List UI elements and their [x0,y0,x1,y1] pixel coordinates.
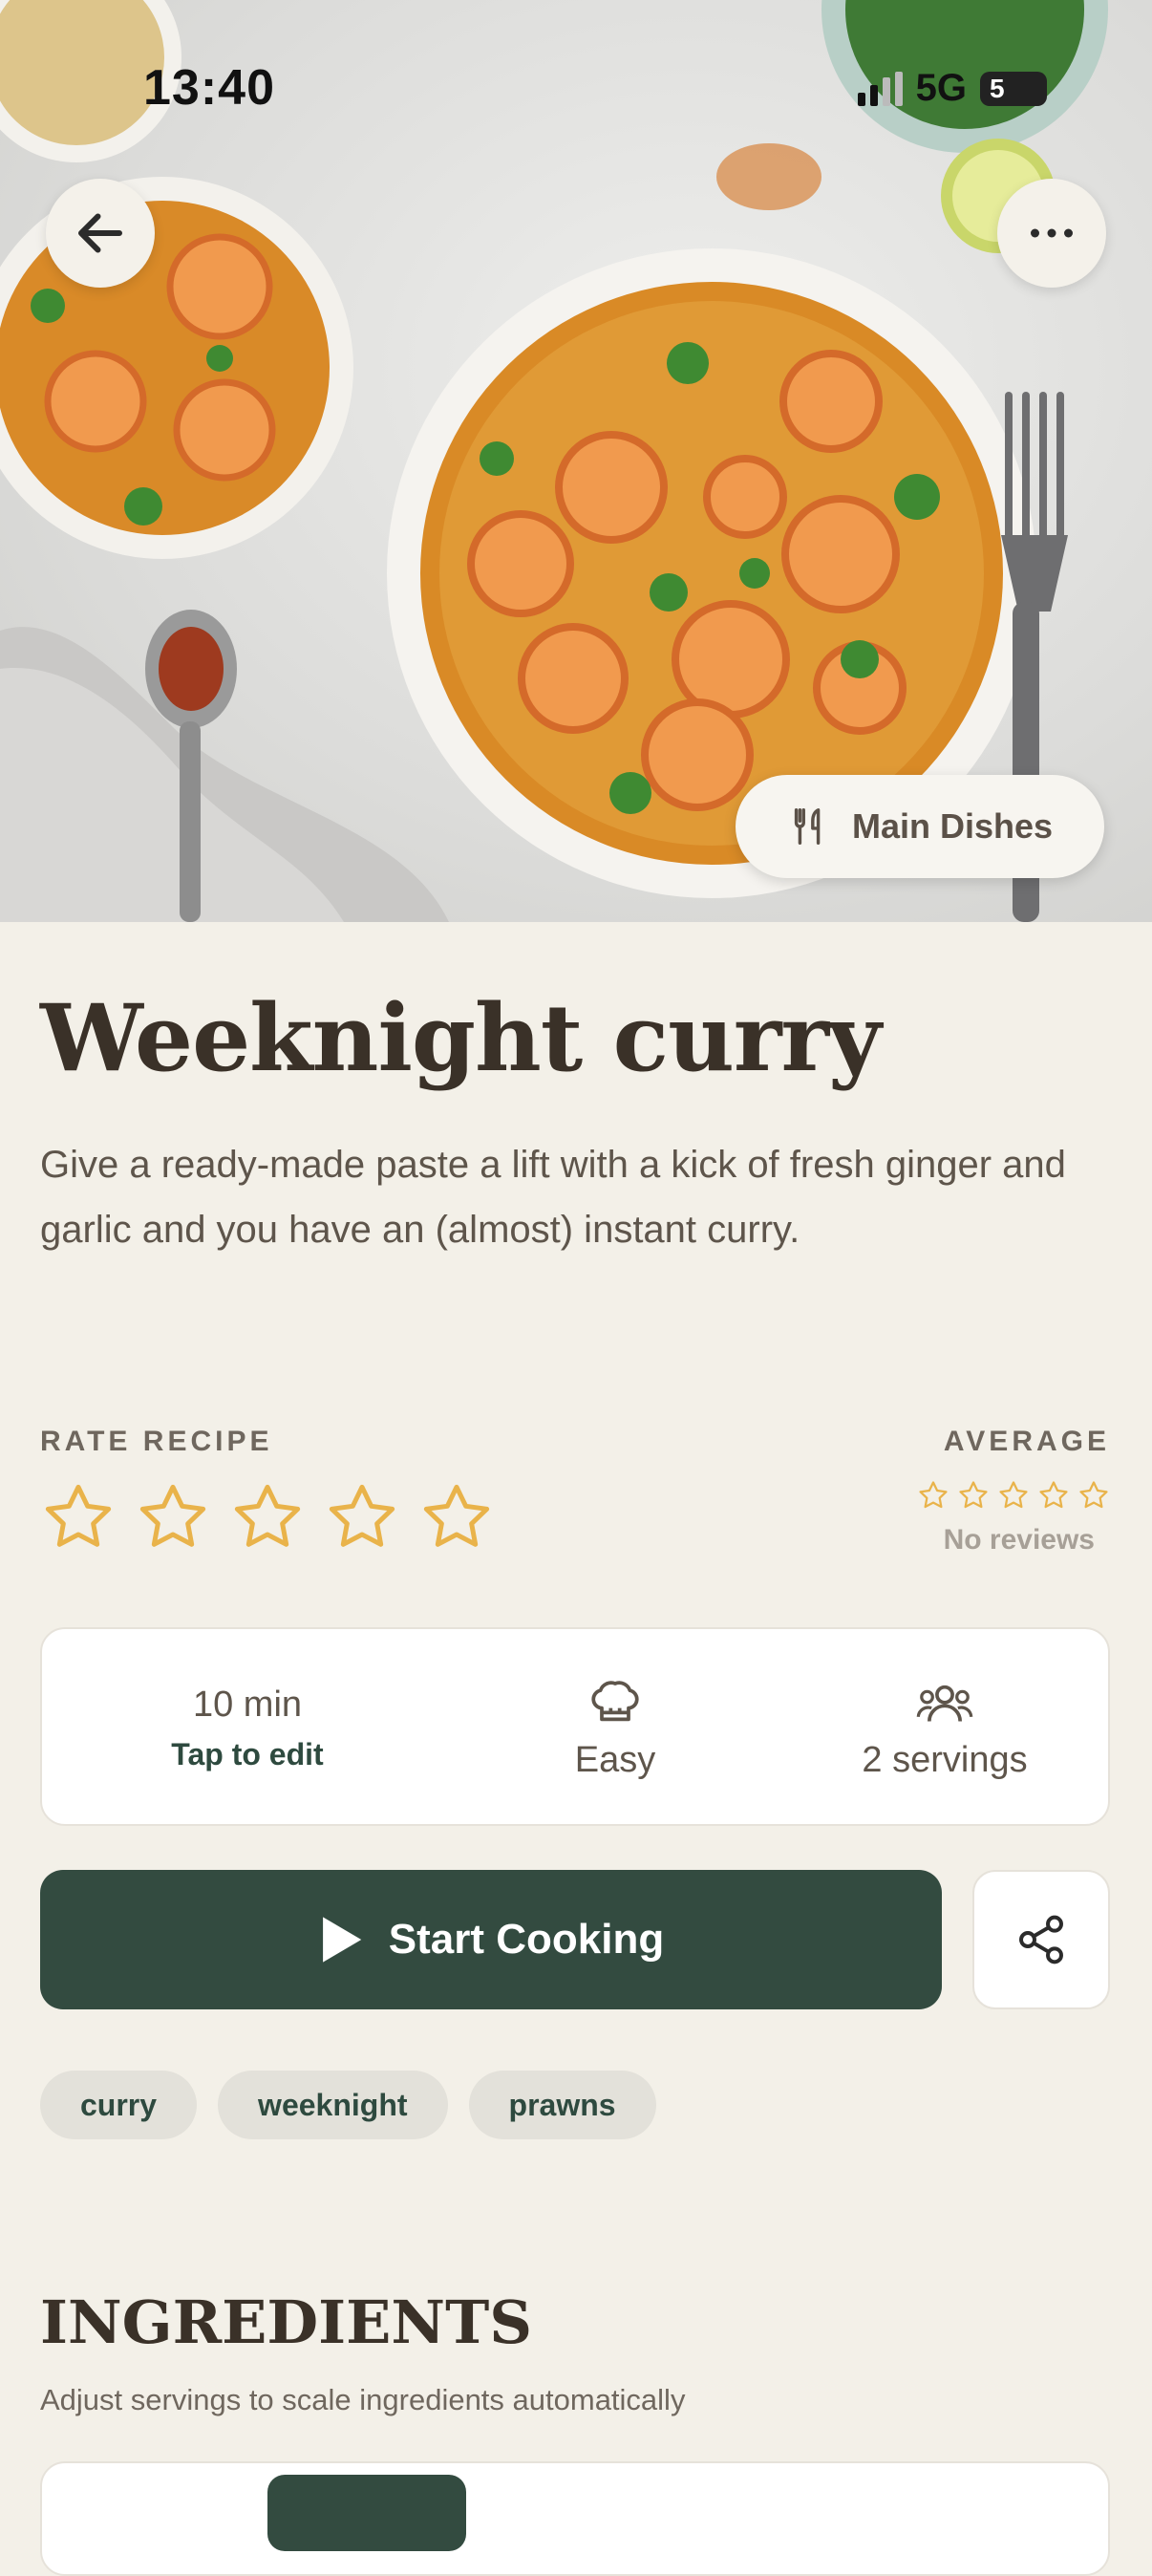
servings-selected-segment[interactable] [267,2475,466,2551]
category-label: Main Dishes [851,806,1054,846]
tag-chip[interactable]: weeknight [218,2071,448,2139]
ingredients-heading: INGREDIENTS [40,2287,533,2357]
ingredients-subtitle: Adjust servings to scale ingredients aut… [40,2383,686,2416]
tag-chip[interactable]: curry [40,2071,198,2139]
recipe-description: Give a ready-made paste a lift with a ki… [40,1144,1066,1251]
star-3-icon[interactable] [229,1479,306,1556]
tag-chip[interactable]: prawns [468,2071,656,2139]
star-icon [919,1481,948,1509]
reviews-count: No reviews [943,1524,1095,1556]
tap-to-edit-hint: Tap to edit [171,1737,324,1771]
tag-list: curry weeknight prawns [40,2071,656,2139]
network-type: 5G [915,67,967,109]
servings-info[interactable]: 2 servings [778,1629,1112,1828]
star-icon [999,1481,1028,1509]
back-button[interactable] [46,179,155,288]
star-2-icon[interactable] [135,1479,211,1556]
star-icon [1079,1481,1108,1509]
recipe-info-card: 10 min Tap to edit Easy 2 servings [40,1627,1110,1826]
hero-image: 13:40 5G 5 Main Dishes [0,0,1152,922]
status-indicators: 5G 5 [857,67,1047,110]
servings-label: 2 servings [862,1739,1028,1780]
star-icon [959,1481,988,1509]
star-icon [1039,1481,1068,1509]
average-stars [917,1479,1110,1512]
servings-selector[interactable] [40,2461,1110,2576]
start-cooking-label: Start Cooking [388,1916,665,1963]
star-5-icon[interactable] [418,1479,495,1556]
people-icon [916,1685,973,1722]
recipe-title: Weeknight curry [40,984,882,1092]
star-1-icon[interactable] [40,1479,117,1556]
chef-hat-icon [591,1680,639,1721]
cook-time: 10 min [192,1685,303,1725]
share-button[interactable] [972,1870,1110,2009]
share-icon [1019,1915,1063,1964]
rate-stars[interactable] [40,1479,495,1556]
arrow-left-icon [78,213,122,253]
start-cooking-button[interactable]: Start Cooking [40,1870,942,2009]
ellipsis-icon [1031,228,1073,238]
battery-icon: 5 [980,71,1047,106]
difficulty-info: Easy [453,1629,778,1828]
signal-icon [857,71,903,106]
status-time: 13:40 [143,60,275,116]
fork-knife-icon [794,808,821,845]
category-badge[interactable]: Main Dishes [736,775,1104,878]
rate-recipe-label: RATE RECIPE [40,1426,273,1457]
more-options-button[interactable] [997,179,1106,288]
average-label: AVERAGE [943,1426,1110,1457]
star-4-icon[interactable] [324,1479,400,1556]
time-info[interactable]: 10 min Tap to edit [42,1629,453,1828]
play-icon [322,1917,362,1963]
battery-level: 5 [990,73,1005,103]
difficulty-label: Easy [574,1739,656,1780]
